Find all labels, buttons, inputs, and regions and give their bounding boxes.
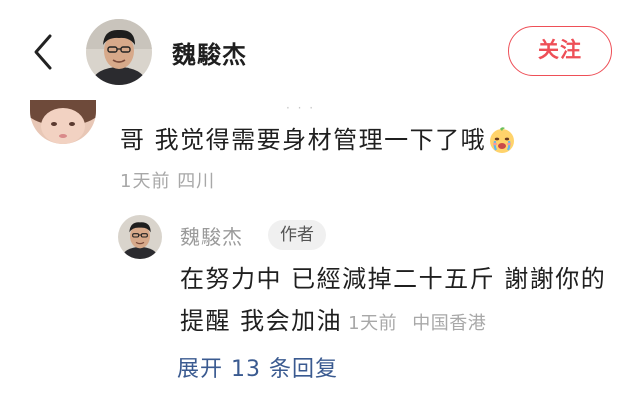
reply-text-line-1: 在努力中 已經減掉二十五斤 謝謝你的	[180, 265, 607, 293]
reply-avatar[interactable]	[118, 215, 162, 259]
comment-body: 哥 我觉得需要身材管理一下了哦	[120, 120, 516, 160]
reply-time: 1天前	[348, 313, 398, 334]
header-avatar[interactable]	[86, 19, 152, 85]
expand-replies-link[interactable]: 展开 13 条回复	[177, 351, 338, 383]
commenter-avatar[interactable]	[30, 100, 96, 144]
top-bar: 魏駿杰 关注	[0, 0, 640, 100]
author-badge: 作者	[268, 220, 326, 250]
reply-location: 中国香港	[412, 313, 487, 334]
comment-location: 四川	[177, 171, 216, 192]
reply-text-line-2-text: 提醒 我会加油	[180, 307, 343, 335]
follow-button[interactable]: 关注	[508, 26, 612, 76]
comment-time: 1天前	[120, 171, 171, 192]
header-username[interactable]: 魏駿杰	[172, 35, 247, 70]
comment-meta: 1天前 四川	[120, 167, 215, 193]
back-button[interactable]	[28, 32, 60, 72]
crying-face-icon	[488, 126, 516, 160]
reply-author-name[interactable]: 魏駿杰	[180, 221, 243, 250]
comment-text: 哥 我觉得需要身材管理一下了哦	[120, 126, 487, 154]
scroll-remnant: · · ·	[286, 101, 316, 115]
comment-thread-page: 魏駿杰 关注 · · · 哥 我觉得需要身材管理一下了哦 1天前 四川 魏駿杰 …	[0, 0, 640, 406]
chevron-left-icon	[34, 34, 52, 70]
reply-text-line-2: 提醒 我会加油 1天前 中国香港	[180, 301, 486, 336]
